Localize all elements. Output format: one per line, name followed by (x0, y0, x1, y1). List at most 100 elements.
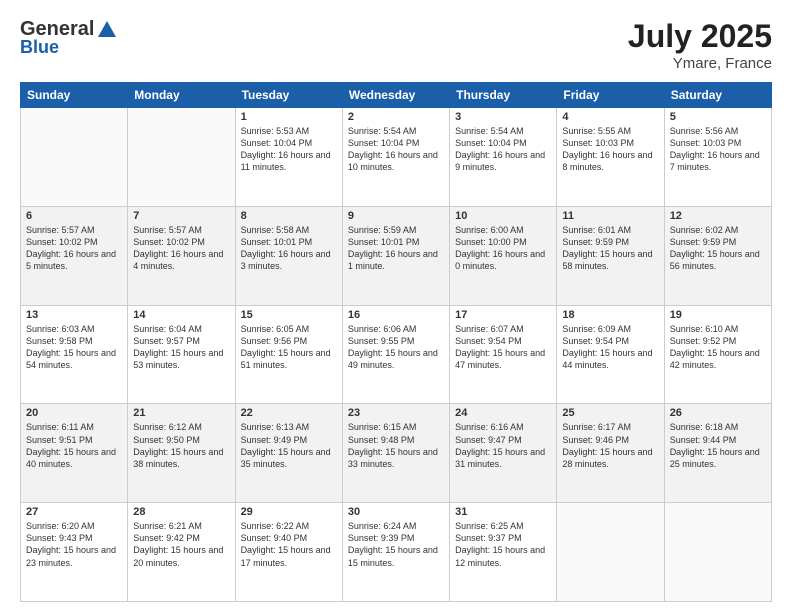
day-number: 8 (241, 210, 337, 222)
week-row-1: 1 Sunrise: 5:53 AM Sunset: 10:04 PM Dayli… (21, 108, 772, 207)
day-cell: 17 Sunrise: 6:07 AM Sunset: 9:54 PM Dayli… (450, 305, 557, 404)
day-number: 1 (241, 111, 337, 123)
day-number: 15 (241, 309, 337, 321)
day-info: Sunrise: 6:21 AM Sunset: 9:42 PM Dayligh… (133, 520, 229, 569)
calendar-header-row: SundayMondayTuesdayWednesdayThursdayFrid… (21, 83, 772, 108)
day-info: Sunrise: 5:54 AM Sunset: 10:04 PM Daylig… (348, 125, 444, 174)
day-info: Sunrise: 6:22 AM Sunset: 9:40 PM Dayligh… (241, 520, 337, 569)
day-number: 22 (241, 407, 337, 419)
day-cell: 31Sunrise: 6:25 AM Sunset: 9:37 PM Dayli… (450, 503, 557, 602)
day-cell: 27Sunrise: 6:20 AM Sunset: 9:43 PM Dayli… (21, 503, 128, 602)
day-info: Sunrise: 6:03 AM Sunset: 9:58 PM Dayligh… (26, 323, 122, 372)
day-info: Sunrise: 5:55 AM Sunset: 10:03 PM Daylig… (562, 125, 658, 174)
day-number: 2 (348, 111, 444, 123)
day-cell: 20Sunrise: 6:11 AM Sunset: 9:51 PM Dayli… (21, 404, 128, 503)
week-row-4: 20Sunrise: 6:11 AM Sunset: 9:51 PM Dayli… (21, 404, 772, 503)
day-info: Sunrise: 6:07 AM Sunset: 9:54 PM Dayligh… (455, 323, 551, 372)
day-cell: 11 Sunrise: 6:01 AM Sunset: 9:59 PM Dayli… (557, 206, 664, 305)
day-info: Sunrise: 6:05 AM Sunset: 9:56 PM Dayligh… (241, 323, 337, 372)
day-number: 20 (26, 407, 122, 419)
day-number: 12 (670, 210, 766, 222)
day-cell (128, 108, 235, 207)
day-cell: 24 Sunrise: 6:16 AM Sunset: 9:47 PM Dayli… (450, 404, 557, 503)
day-cell: 21Sunrise: 6:12 AM Sunset: 9:50 PM Dayli… (128, 404, 235, 503)
page: General Blue July 2025 Ymare, France Sun… (0, 0, 792, 612)
day-number: 24 (455, 407, 551, 419)
week-row-3: 13Sunrise: 6:03 AM Sunset: 9:58 PM Dayli… (21, 305, 772, 404)
day-info: Sunrise: 5:53 AM Sunset: 10:04 PM Daylig… (241, 125, 337, 174)
day-header-thursday: Thursday (450, 83, 557, 108)
day-cell: 25 Sunrise: 6:17 AM Sunset: 9:46 PM Dayli… (557, 404, 664, 503)
day-cell: 7 Sunrise: 5:57 AM Sunset: 10:02 PM Dayli… (128, 206, 235, 305)
day-info: Sunrise: 6:06 AM Sunset: 9:55 PM Dayligh… (348, 323, 444, 372)
day-number: 11 (562, 210, 658, 222)
day-header-sunday: Sunday (21, 83, 128, 108)
day-cell: 16 Sunrise: 6:06 AM Sunset: 9:55 PM Dayli… (342, 305, 449, 404)
day-cell: 12 Sunrise: 6:02 AM Sunset: 9:59 PM Dayli… (664, 206, 771, 305)
day-cell: 6Sunrise: 5:57 AM Sunset: 10:02 PM Dayli… (21, 206, 128, 305)
day-cell: 15 Sunrise: 6:05 AM Sunset: 9:56 PM Dayli… (235, 305, 342, 404)
day-number: 4 (562, 111, 658, 123)
day-number: 16 (348, 309, 444, 321)
day-header-monday: Monday (128, 83, 235, 108)
day-number: 29 (241, 506, 337, 518)
logo-blue-text: Blue (20, 37, 59, 58)
day-info: Sunrise: 6:04 AM Sunset: 9:57 PM Dayligh… (133, 323, 229, 372)
location: Ymare, France (628, 55, 772, 72)
day-info: Sunrise: 6:16 AM Sunset: 9:47 PM Dayligh… (455, 421, 551, 470)
day-cell: 3Sunrise: 5:54 AM Sunset: 10:04 PM Dayli… (450, 108, 557, 207)
day-number: 14 (133, 309, 229, 321)
day-info: Sunrise: 6:02 AM Sunset: 9:59 PM Dayligh… (670, 224, 766, 273)
day-info: Sunrise: 6:00 AM Sunset: 10:00 PM Daylig… (455, 224, 551, 273)
day-cell: 8 Sunrise: 5:58 AM Sunset: 10:01 PM Dayli… (235, 206, 342, 305)
day-cell (664, 503, 771, 602)
day-info: Sunrise: 6:13 AM Sunset: 9:49 PM Dayligh… (241, 421, 337, 470)
month-title: July 2025 (628, 18, 772, 55)
day-number: 28 (133, 506, 229, 518)
day-info: Sunrise: 5:56 AM Sunset: 10:03 PM Daylig… (670, 125, 766, 174)
day-cell: 29 Sunrise: 6:22 AM Sunset: 9:40 PM Dayli… (235, 503, 342, 602)
week-row-2: 6Sunrise: 5:57 AM Sunset: 10:02 PM Dayli… (21, 206, 772, 305)
day-number: 23 (348, 407, 444, 419)
day-info: Sunrise: 6:15 AM Sunset: 9:48 PM Dayligh… (348, 421, 444, 470)
logo-icon (96, 19, 118, 41)
day-info: Sunrise: 6:17 AM Sunset: 9:46 PM Dayligh… (562, 421, 658, 470)
day-cell (21, 108, 128, 207)
week-row-5: 27Sunrise: 6:20 AM Sunset: 9:43 PM Dayli… (21, 503, 772, 602)
day-number: 7 (133, 210, 229, 222)
day-info: Sunrise: 5:57 AM Sunset: 10:02 PM Daylig… (133, 224, 229, 273)
day-info: Sunrise: 6:18 AM Sunset: 9:44 PM Dayligh… (670, 421, 766, 470)
logo: General Blue (20, 18, 120, 58)
day-cell: 22 Sunrise: 6:13 AM Sunset: 9:49 PM Dayli… (235, 404, 342, 503)
day-cell: 18Sunrise: 6:09 AM Sunset: 9:54 PM Dayli… (557, 305, 664, 404)
day-number: 10 (455, 210, 551, 222)
day-info: Sunrise: 5:58 AM Sunset: 10:01 PM Daylig… (241, 224, 337, 273)
day-number: 27 (26, 506, 122, 518)
day-info: Sunrise: 5:59 AM Sunset: 10:01 PM Daylig… (348, 224, 444, 273)
day-number: 5 (670, 111, 766, 123)
day-number: 31 (455, 506, 551, 518)
header: General Blue July 2025 Ymare, France (20, 18, 772, 72)
day-number: 30 (348, 506, 444, 518)
day-cell (557, 503, 664, 602)
day-number: 25 (562, 407, 658, 419)
day-number: 19 (670, 309, 766, 321)
day-cell: 9 Sunrise: 5:59 AM Sunset: 10:01 PM Dayli… (342, 206, 449, 305)
day-cell: 13Sunrise: 6:03 AM Sunset: 9:58 PM Dayli… (21, 305, 128, 404)
day-cell: 1 Sunrise: 5:53 AM Sunset: 10:04 PM Dayli… (235, 108, 342, 207)
day-info: Sunrise: 6:10 AM Sunset: 9:52 PM Dayligh… (670, 323, 766, 372)
day-info: Sunrise: 6:01 AM Sunset: 9:59 PM Dayligh… (562, 224, 658, 273)
day-number: 18 (562, 309, 658, 321)
day-number: 9 (348, 210, 444, 222)
day-cell: 28 Sunrise: 6:21 AM Sunset: 9:42 PM Dayli… (128, 503, 235, 602)
day-number: 17 (455, 309, 551, 321)
day-info: Sunrise: 6:24 AM Sunset: 9:39 PM Dayligh… (348, 520, 444, 569)
day-header-saturday: Saturday (664, 83, 771, 108)
day-info: Sunrise: 5:57 AM Sunset: 10:02 PM Daylig… (26, 224, 122, 273)
day-number: 3 (455, 111, 551, 123)
day-header-tuesday: Tuesday (235, 83, 342, 108)
day-cell: 26Sunrise: 6:18 AM Sunset: 9:44 PM Dayli… (664, 404, 771, 503)
day-cell: 5 Sunrise: 5:56 AM Sunset: 10:03 PM Dayli… (664, 108, 771, 207)
day-cell: 23 Sunrise: 6:15 AM Sunset: 9:48 PM Dayli… (342, 404, 449, 503)
day-cell: 10 Sunrise: 6:00 AM Sunset: 10:00 PM Dayl… (450, 206, 557, 305)
